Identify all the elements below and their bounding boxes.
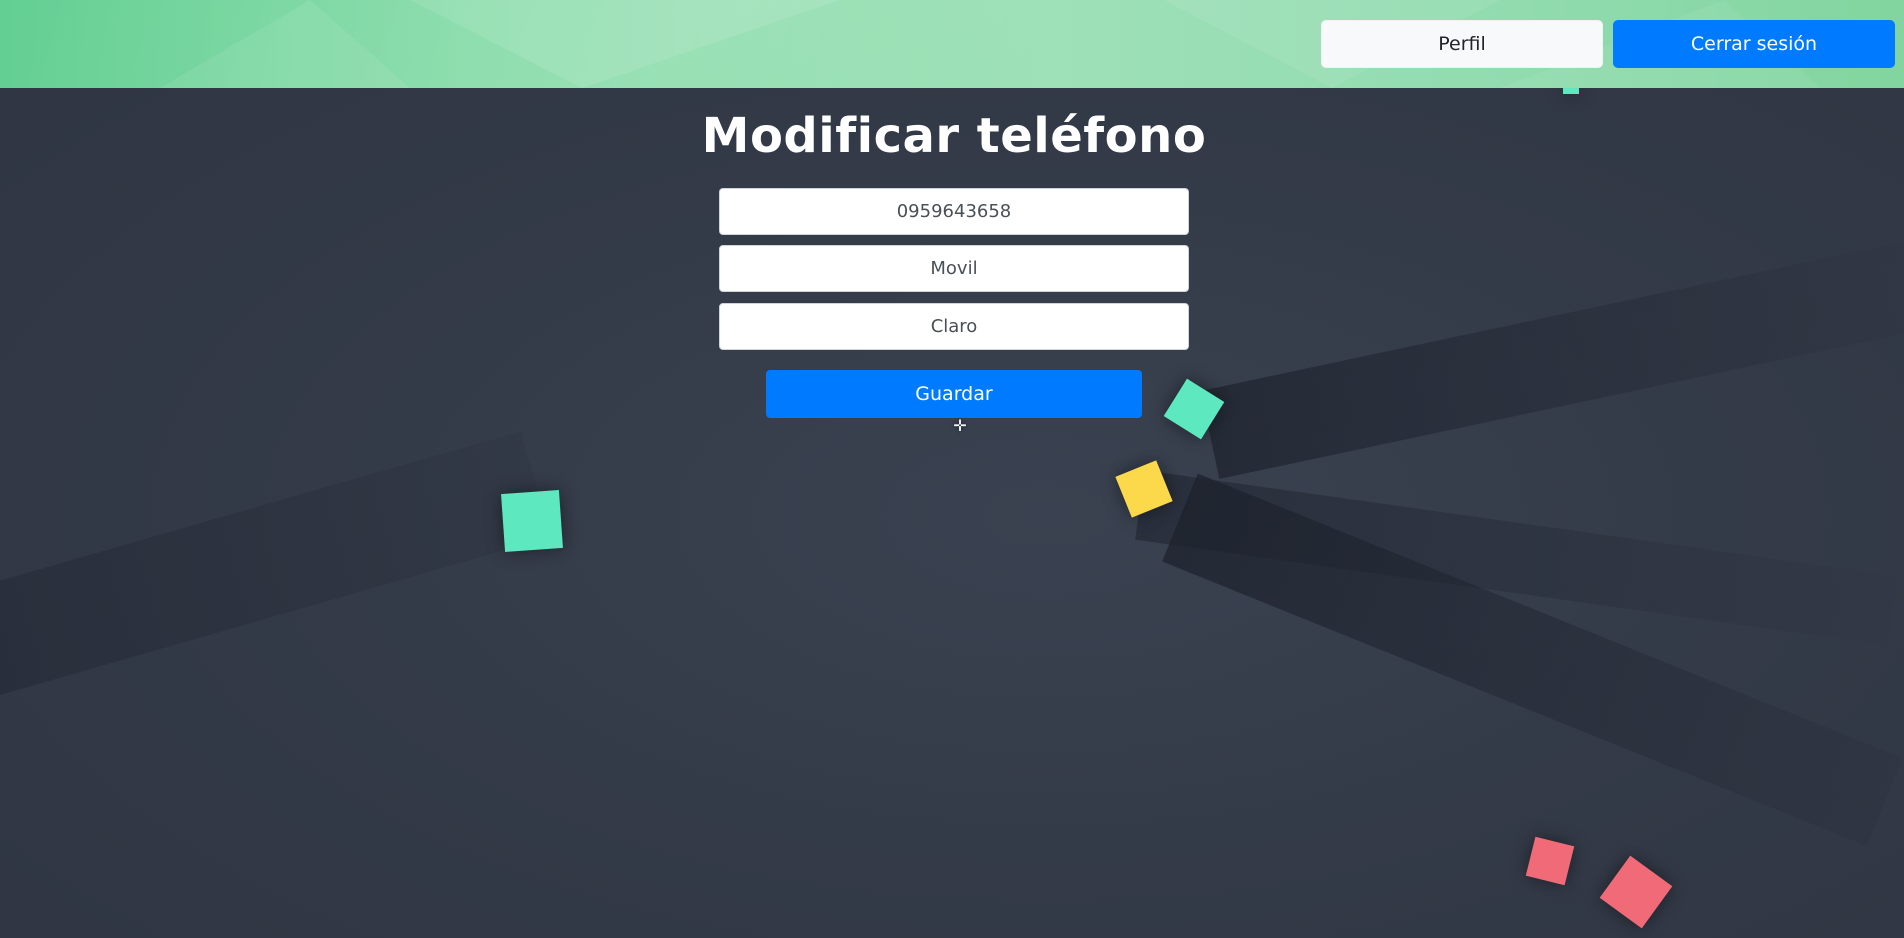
navbar-decoration	[160, 0, 410, 88]
carrier-field[interactable]	[719, 303, 1189, 350]
navbar-decoration	[410, 0, 840, 88]
save-button[interactable]: Guardar	[766, 370, 1142, 418]
profile-button[interactable]: Perfil	[1321, 20, 1603, 68]
light-beam	[1200, 241, 1904, 480]
floating-cube	[1599, 855, 1673, 929]
floating-cube	[1525, 836, 1575, 886]
logout-button[interactable]: Cerrar sesión	[1613, 20, 1895, 68]
page-title: Modificar teléfono	[701, 108, 1207, 164]
phone-type-field[interactable]	[719, 245, 1189, 292]
top-navbar: Perfil Cerrar sesión	[0, 0, 1904, 88]
floating-cube	[501, 490, 563, 552]
phone-number-field[interactable]	[719, 188, 1189, 235]
light-beam	[0, 431, 552, 708]
move-cursor-icon: ✛	[953, 416, 967, 435]
